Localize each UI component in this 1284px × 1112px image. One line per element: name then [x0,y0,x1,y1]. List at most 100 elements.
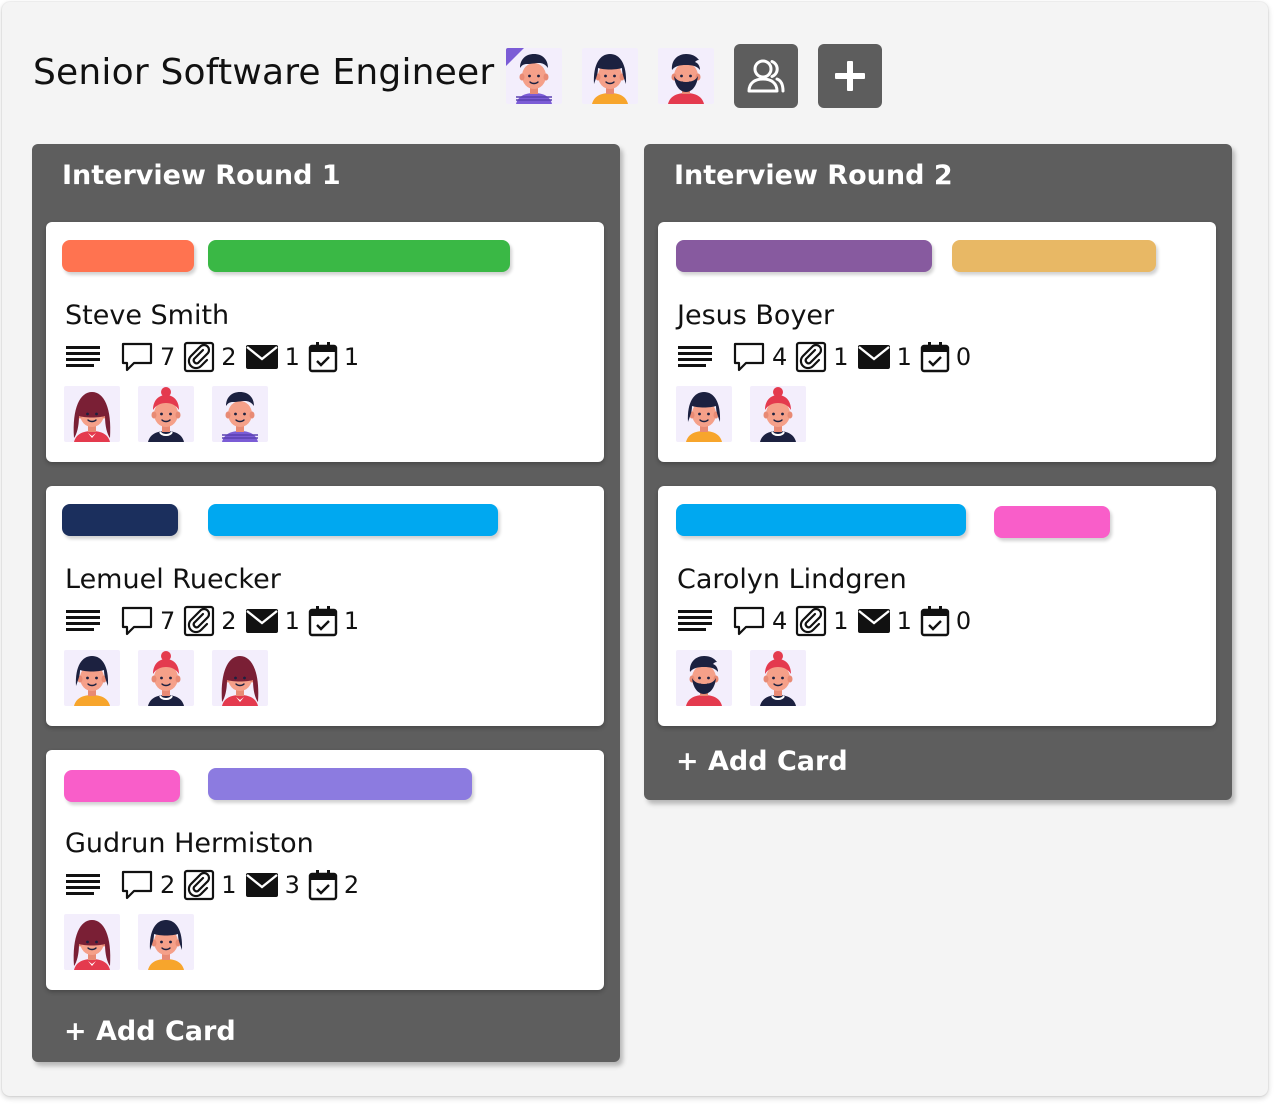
label-tag[interactable] [208,240,510,272]
column-interview-round-2: Interview Round 2 Jesus Boyer 4 1 1 0 Caroly… [644,144,1232,800]
share-members-button[interactable] [734,44,798,108]
avatar[interactable] [138,650,194,706]
candidate-name: Gudrun Hermiston [65,828,314,859]
attachment-count: 2 [221,343,237,371]
card-meta: 2 1 3 2 [66,868,367,902]
label-tag[interactable] [676,504,966,536]
task-count: 1 [343,607,360,635]
comment-icon [120,340,154,374]
candidate-card[interactable]: Lemuel Ruecker 7 2 1 1 [46,486,604,726]
attachment-icon [795,340,827,374]
task-count: 2 [343,871,360,899]
avatar[interactable] [676,650,732,706]
comment-count: 4 [772,343,788,371]
comment-icon [120,604,154,638]
candidate-name: Lemuel Ruecker [65,564,281,595]
comment-count: 7 [160,607,176,635]
description-icon [678,340,712,374]
avatar[interactable] [750,386,806,442]
avatar[interactable] [138,914,194,970]
avatar[interactable] [506,48,562,104]
attachment-icon [183,604,215,638]
card-meta: 4 1 1 0 [678,340,979,374]
mail-count: 1 [896,343,912,371]
attachment-icon [183,868,215,902]
label-tag[interactable] [994,506,1110,538]
mail-icon [245,604,279,638]
column-interview-round-1: Interview Round 1 Steve Smith 7 2 1 1 Lemuel… [32,144,620,1062]
mail-icon [245,868,279,902]
label-tag[interactable] [208,504,498,536]
avatar[interactable] [658,48,714,104]
comment-icon [732,604,766,638]
comment-count: 7 [160,343,176,371]
board-title: Senior Software Engineer [33,52,495,93]
avatar[interactable] [138,386,194,442]
card-members [64,650,268,706]
card-meta: 7 2 1 1 [66,340,367,374]
attachment-count: 1 [833,607,849,635]
attachment-count: 2 [221,607,237,635]
mail-count: 1 [284,607,300,635]
add-member-button[interactable] [818,44,882,108]
column-title: Interview Round 2 [674,160,953,191]
attachment-icon [795,604,827,638]
avatar[interactable] [676,386,732,442]
task-count: 0 [955,607,972,635]
candidate-card[interactable]: Jesus Boyer 4 1 1 0 [658,222,1216,462]
add-card-button[interactable]: + Add Card [676,746,848,777]
avatar[interactable] [64,650,120,706]
card-members [676,386,806,442]
comment-count: 2 [160,871,176,899]
users-icon [746,57,786,95]
card-members [676,650,806,706]
label-tag[interactable] [64,770,180,802]
avatar[interactable] [212,650,268,706]
mail-count: 1 [896,607,912,635]
board-members [506,48,714,104]
task-count: 1 [343,343,360,371]
candidate-card[interactable]: Gudrun Hermiston 2 1 3 2 [46,750,604,990]
plus-icon [834,60,866,92]
task-count: 0 [955,343,972,371]
comment-icon [120,868,154,902]
mail-icon [857,604,891,638]
task-icon [308,340,338,374]
card-members [64,386,268,442]
description-icon [66,340,100,374]
candidate-name: Steve Smith [65,300,230,331]
description-icon [678,604,712,638]
mail-icon [245,340,279,374]
avatar[interactable] [750,650,806,706]
task-icon [920,340,950,374]
label-tag[interactable] [952,240,1156,272]
attachment-icon [183,340,215,374]
mail-count: 1 [284,343,300,371]
mail-count: 3 [284,871,300,899]
candidate-card[interactable]: Carolyn Lindgren 4 1 1 0 [658,486,1216,726]
candidate-card[interactable]: Steve Smith 7 2 1 1 [46,222,604,462]
task-icon [920,604,950,638]
description-icon [66,604,100,638]
label-tag[interactable] [208,768,472,800]
comment-count: 4 [772,607,788,635]
task-icon [308,868,338,902]
candidate-name: Carolyn Lindgren [677,564,907,595]
avatar[interactable] [64,386,120,442]
mail-icon [857,340,891,374]
avatar[interactable] [582,48,638,104]
label-tag[interactable] [62,240,194,272]
card-meta: 4 1 1 0 [678,604,979,638]
card-members [64,914,194,970]
attachment-count: 1 [833,343,849,371]
task-icon [308,604,338,638]
avatar[interactable] [212,386,268,442]
label-tag[interactable] [62,504,178,536]
column-title: Interview Round 1 [62,160,341,191]
avatar[interactable] [64,914,120,970]
description-icon [66,868,100,902]
card-meta: 7 2 1 1 [66,604,367,638]
add-card-button[interactable]: + Add Card [64,1016,236,1047]
label-tag[interactable] [676,240,932,272]
avatar-corner-badge [506,48,524,66]
